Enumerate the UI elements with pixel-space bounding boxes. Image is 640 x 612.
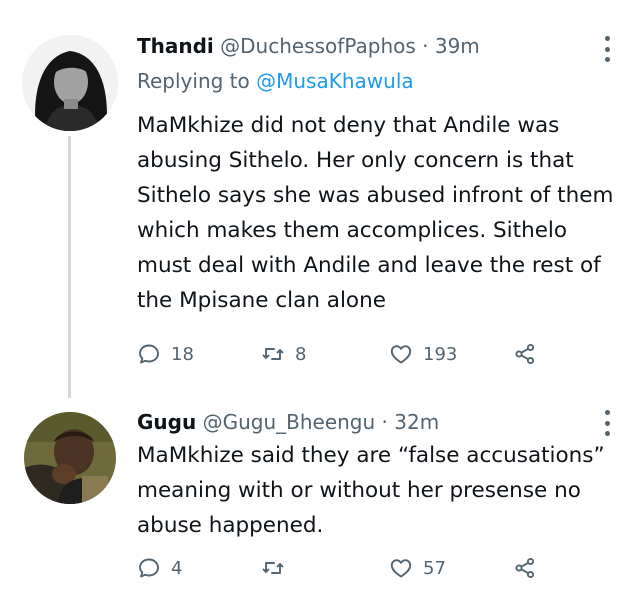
like-count: 57 xyxy=(423,557,446,579)
heart-icon xyxy=(390,559,412,578)
reply-button[interactable]: 4 xyxy=(137,553,182,583)
replying-to-label: Replying to xyxy=(137,69,250,93)
replying-to: Replying to @MusaKhawula xyxy=(137,66,414,96)
avatar[interactable] xyxy=(24,412,116,504)
retweet-button[interactable] xyxy=(261,553,295,583)
share-nodes-icon xyxy=(515,557,535,579)
user-handle[interactable]: @Gugu_Bheengu xyxy=(203,410,376,434)
tweet-actions: 18 8 193 xyxy=(137,339,607,369)
tweet-header: Thandi @DuchessofPaphos · 39m xyxy=(137,32,590,60)
timestamp[interactable]: 39m xyxy=(435,34,480,58)
avatar-photo xyxy=(22,35,118,131)
share-button[interactable] xyxy=(513,339,537,369)
reply-count: 4 xyxy=(171,557,183,579)
avatar[interactable] xyxy=(22,35,118,131)
like-count: 193 xyxy=(423,343,458,365)
retweet-arrows-icon xyxy=(262,562,284,574)
timestamp[interactable]: 32m xyxy=(394,410,439,434)
more-vertical-icon[interactable] xyxy=(604,36,610,62)
comment-bubble-icon xyxy=(139,558,159,578)
share-button[interactable] xyxy=(513,553,537,583)
more-vertical-icon[interactable] xyxy=(604,410,610,436)
display-name[interactable]: Thandi xyxy=(137,34,214,58)
separator-dot: · xyxy=(422,34,429,58)
replying-to-handle-link[interactable]: @MusaKhawula xyxy=(256,69,414,93)
tweet[interactable]: Thandi @DuchessofPaphos · 39m Replying t… xyxy=(0,0,640,398)
reply-count: 18 xyxy=(171,343,194,365)
separator-dot: · xyxy=(381,410,388,434)
share-nodes-icon xyxy=(515,343,535,365)
comment-bubble-icon xyxy=(139,344,159,364)
tweet[interactable]: Gugu @Gugu_Bheengu · 32m MaMkhize said t… xyxy=(0,390,640,612)
heart-icon xyxy=(390,345,412,364)
like-button[interactable]: 57 xyxy=(389,553,446,583)
avatar-photo xyxy=(24,412,116,504)
tweet-text: MaMkhize did not deny that Andile was ab… xyxy=(137,113,614,313)
tweet-header: Gugu @Gugu_Bheengu · 32m xyxy=(137,408,590,436)
display-name[interactable]: Gugu xyxy=(137,410,196,434)
retweet-arrows-icon xyxy=(262,348,284,360)
tweet-actions: 4 57 xyxy=(137,553,607,583)
user-handle[interactable]: @DuchessofPaphos xyxy=(220,34,416,58)
like-button[interactable]: 193 xyxy=(389,339,457,369)
reply-button[interactable]: 18 xyxy=(137,339,194,369)
retweet-count: 8 xyxy=(295,343,307,365)
thread-connector-line xyxy=(68,136,71,398)
tweet-text: MaMkhize said they are “false accusation… xyxy=(137,443,605,538)
retweet-button[interactable]: 8 xyxy=(261,339,306,369)
